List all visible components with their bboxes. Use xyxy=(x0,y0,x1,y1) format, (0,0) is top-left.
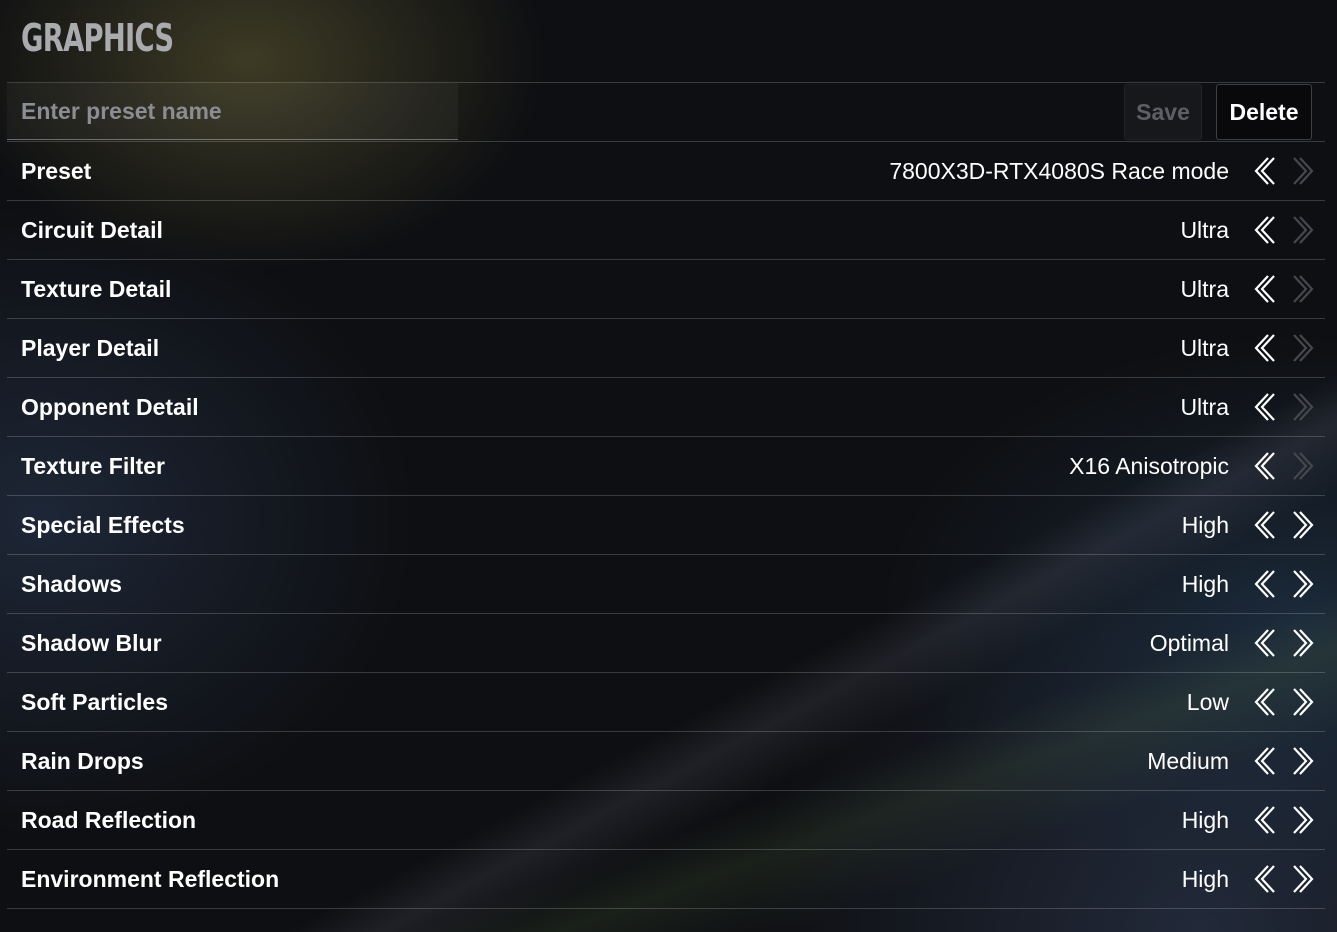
chevron-right-icon[interactable] xyxy=(1290,273,1318,305)
chevron-right-icon[interactable] xyxy=(1290,804,1318,836)
shadows-value: High xyxy=(1181,571,1229,597)
chevron-right-icon[interactable] xyxy=(1290,627,1318,659)
environment-reflection-label: Environment Reflection xyxy=(21,866,280,892)
chevron-left-icon[interactable] xyxy=(1250,450,1278,482)
chevron-right-icon[interactable] xyxy=(1290,686,1318,718)
texture-filter-value: X16 Anisotropic xyxy=(1069,453,1229,479)
chevron-right-icon[interactable] xyxy=(1290,745,1318,777)
chevron-right-icon[interactable] xyxy=(1290,450,1318,482)
setting-row-road-reflection: Road Reflection High xyxy=(7,791,1325,850)
setting-row-preset: Preset 7800X3D-RTX4080S Race mode xyxy=(7,142,1325,201)
shadow-blur-value: Optimal xyxy=(1149,630,1229,656)
setting-row-environment-reflection: Environment Reflection High xyxy=(7,850,1325,909)
chevron-left-icon[interactable] xyxy=(1250,686,1278,718)
chevron-left-icon[interactable] xyxy=(1250,391,1278,423)
road-reflection-label: Road Reflection xyxy=(21,807,197,833)
texture-filter-label: Texture Filter xyxy=(21,453,165,479)
texture-detail-value: Ultra xyxy=(1180,276,1229,302)
road-reflection-value: High xyxy=(1181,807,1229,833)
player-detail-value: Ultra xyxy=(1180,335,1229,361)
chevron-right-icon[interactable] xyxy=(1290,568,1318,600)
circuit-detail-value: Ultra xyxy=(1180,217,1229,243)
setting-row-circuit-detail: Circuit Detail Ultra xyxy=(7,201,1325,260)
circuit-detail-label: Circuit Detail xyxy=(21,217,163,243)
player-detail-label: Player Detail xyxy=(21,335,160,361)
delete-button[interactable]: Delete xyxy=(1216,84,1312,140)
texture-detail-label: Texture Detail xyxy=(21,276,172,302)
chevron-left-icon[interactable] xyxy=(1250,332,1278,364)
chevron-left-icon[interactable] xyxy=(1250,804,1278,836)
chevron-left-icon[interactable] xyxy=(1250,509,1278,541)
setting-row-opponent-detail: Opponent Detail Ultra xyxy=(7,378,1325,437)
preset-label: Preset xyxy=(21,158,92,184)
chevron-right-icon[interactable] xyxy=(1290,863,1318,895)
environment-reflection-value: High xyxy=(1181,866,1229,892)
chevron-left-icon[interactable] xyxy=(1250,745,1278,777)
setting-row-texture-detail: Texture Detail Ultra xyxy=(7,260,1325,319)
chevron-left-icon[interactable] xyxy=(1250,627,1278,659)
chevron-left-icon[interactable] xyxy=(1250,273,1278,305)
chevron-left-icon[interactable] xyxy=(1250,214,1278,246)
setting-row-texture-filter: Texture Filter X16 Anisotropic xyxy=(7,437,1325,496)
chevron-left-icon[interactable] xyxy=(1250,863,1278,895)
soft-particles-value: Low xyxy=(1186,689,1229,715)
settings-list: Preset 7800X3D-RTX4080S Race mode Circui… xyxy=(7,142,1325,909)
graphics-settings-panel: GRAPHICS Save Delete Preset 7800X3D-RTX4… xyxy=(7,0,1325,909)
special-effects-label: Special Effects xyxy=(21,512,185,538)
opponent-detail-label: Opponent Detail xyxy=(21,394,199,420)
soft-particles-label: Soft Particles xyxy=(21,689,168,715)
chevron-right-icon[interactable] xyxy=(1290,332,1318,364)
special-effects-value: High xyxy=(1181,512,1229,538)
preset-value: 7800X3D-RTX4080S Race mode xyxy=(889,158,1229,184)
setting-row-player-detail: Player Detail Ultra xyxy=(7,319,1325,378)
setting-row-soft-particles: Soft Particles Low xyxy=(7,673,1325,732)
opponent-detail-value: Ultra xyxy=(1180,394,1229,420)
chevron-left-icon[interactable] xyxy=(1250,155,1278,187)
chevron-right-icon[interactable] xyxy=(1290,155,1318,187)
preset-name-input[interactable] xyxy=(7,83,458,140)
rain-drops-label: Rain Drops xyxy=(21,748,144,774)
chevron-right-icon[interactable] xyxy=(1290,391,1318,423)
setting-row-rain-drops: Rain Drops Medium xyxy=(7,732,1325,791)
shadow-blur-label: Shadow Blur xyxy=(21,630,162,656)
setting-row-special-effects: Special Effects High xyxy=(7,496,1325,555)
chevron-right-icon[interactable] xyxy=(1290,509,1318,541)
page-header: GRAPHICS xyxy=(7,0,1325,83)
setting-row-shadow-blur: Shadow Blur Optimal xyxy=(7,614,1325,673)
rain-drops-value: Medium xyxy=(1147,748,1229,774)
page-title: GRAPHICS xyxy=(21,16,174,60)
shadows-label: Shadows xyxy=(21,571,122,597)
chevron-left-icon[interactable] xyxy=(1250,568,1278,600)
save-button[interactable]: Save xyxy=(1124,84,1202,140)
chevron-right-icon[interactable] xyxy=(1290,214,1318,246)
setting-row-shadows: Shadows High xyxy=(7,555,1325,614)
preset-toolbar: Save Delete xyxy=(7,83,1325,142)
